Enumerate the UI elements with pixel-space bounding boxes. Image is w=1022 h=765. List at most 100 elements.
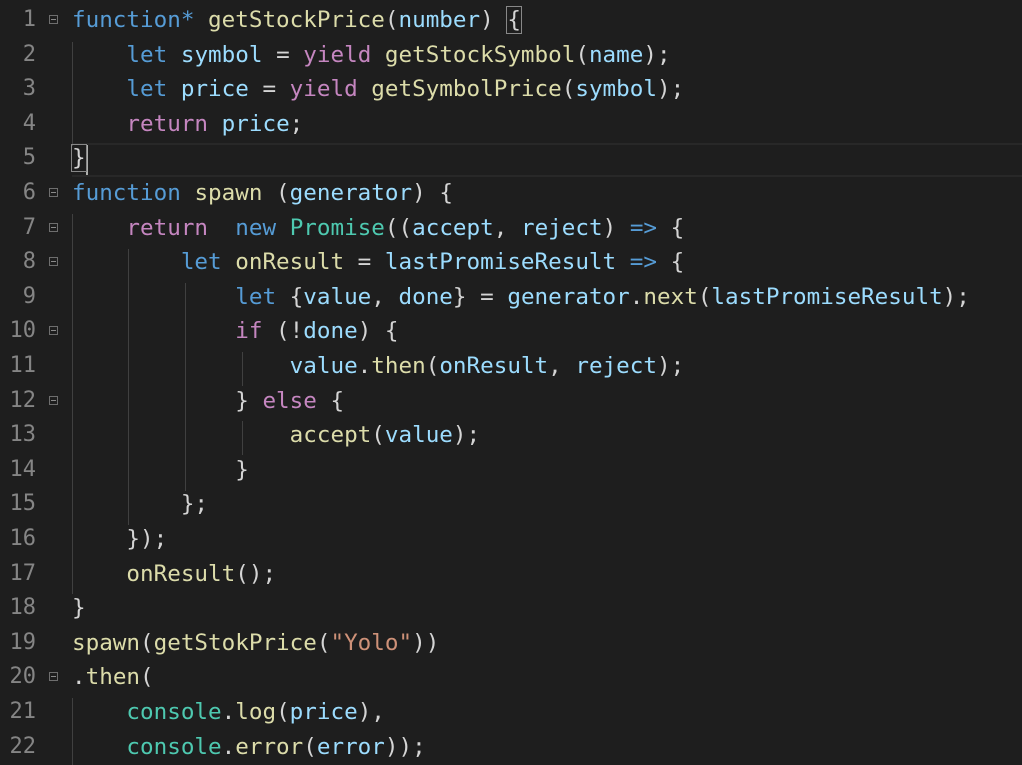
token: =	[248, 76, 290, 103]
code-line[interactable]: 9 let {value, done} = generator.next(las…	[0, 280, 1022, 315]
line-number: 12	[9, 387, 37, 413]
token: Promise	[289, 214, 385, 241]
token: accept	[412, 214, 494, 241]
token: });	[72, 526, 168, 552]
code-editor[interactable]: 1 function* getStockPrice(number) {2 let …	[0, 0, 1022, 765]
line-number: 8	[22, 249, 36, 275]
code-text: console.error(error));	[72, 730, 425, 765]
token: lastPromiseResult	[384, 249, 617, 276]
code-text: function spawn (generator) {	[72, 176, 453, 211]
fold-toggle-icon[interactable]	[49, 222, 58, 232]
code-line[interactable]: 1 function* getStockPrice(number) {	[0, 3, 1022, 38]
token: function	[72, 180, 181, 206]
code-text: onResult();	[72, 557, 276, 592]
code-line[interactable]: 4 return price;	[0, 107, 1022, 142]
fold-toggle-icon[interactable]	[49, 395, 58, 405]
token: yield	[303, 41, 372, 68]
code-text: return price;	[72, 107, 303, 142]
line-number: 15	[9, 491, 37, 517]
fold-toggle-icon[interactable]	[49, 257, 58, 267]
code-line[interactable]: 11 value.then(onResult, reject);	[0, 349, 1022, 384]
code-line[interactable]: 15 };	[0, 487, 1022, 522]
token: symbol	[180, 41, 263, 68]
token: (	[384, 7, 399, 33]
token: error	[316, 733, 385, 760]
token: ,	[371, 283, 399, 310]
code-line[interactable]: 21 console.log(price),	[0, 695, 1022, 730]
token: onResult	[439, 353, 549, 379]
token: ((	[384, 214, 413, 241]
token: log	[235, 699, 277, 725]
code-line[interactable]: 14 }	[0, 453, 1022, 488]
line-number: 13	[9, 422, 37, 448]
code-line[interactable]: 6 function spawn (generator) {	[0, 176, 1022, 211]
token: *	[180, 7, 195, 33]
token: (	[697, 283, 712, 310]
code-line[interactable]: 20 .then(	[0, 660, 1022, 695]
code-line[interactable]: 2 let symbol = yield getStockSymbol(name…	[0, 38, 1022, 73]
code-line[interactable]: 10 if (!done) {	[0, 314, 1022, 349]
token: );	[656, 76, 685, 103]
token: (	[276, 699, 290, 725]
token: {	[656, 249, 685, 276]
token: let	[126, 41, 168, 68]
token: number	[398, 7, 481, 33]
code-line[interactable]: 22 console.error(error));	[0, 730, 1022, 765]
token: getStokPrice	[153, 629, 317, 656]
line-number: 9	[22, 283, 36, 309]
token: accept	[289, 422, 372, 449]
fold-toggle-icon[interactable]	[49, 672, 58, 682]
token: done	[398, 283, 453, 310]
token: .	[72, 664, 86, 691]
code-line[interactable]: 13 accept(value);	[0, 418, 1022, 453]
token: yield	[289, 76, 358, 103]
code-line[interactable]: 5}	[0, 141, 1022, 176]
token: };	[72, 491, 209, 518]
fold-toggle-icon[interactable]	[49, 188, 58, 197]
token: );	[656, 353, 685, 379]
token: let	[126, 76, 168, 103]
code-line[interactable]: 3 let price = yield getSymbolPrice(symbo…	[0, 72, 1022, 107]
token: return	[126, 110, 209, 137]
code-text: .then(	[72, 660, 154, 695]
token: reject	[575, 353, 657, 379]
line-number: 4	[22, 110, 36, 136]
fold-toggle-icon[interactable]	[49, 15, 58, 24]
token: next	[643, 283, 698, 310]
token: getStockPrice	[208, 7, 385, 33]
token: ) {	[412, 180, 453, 206]
line-number: 22	[9, 733, 37, 759]
line-number: 18	[9, 595, 37, 621]
code-line[interactable]: 16 });	[0, 522, 1022, 557]
token: ))	[412, 629, 440, 656]
code-text: let symbol = yield getStockSymbol(name);	[72, 38, 670, 73]
code-line[interactable]: 8 let onResult = lastPromiseResult => {	[0, 245, 1022, 280]
code-line[interactable]: 12 } else {	[0, 384, 1022, 419]
token: done	[303, 318, 358, 345]
token: ,	[548, 353, 576, 379]
line-number: 11	[9, 353, 37, 378]
token: =	[262, 41, 304, 68]
fold-toggle-icon[interactable]	[49, 326, 58, 336]
code-line[interactable]: 18}	[0, 591, 1022, 626]
token: price	[289, 699, 358, 725]
code-line[interactable]: 19 spawn(getStokPrice("Yolo"))	[0, 626, 1022, 661]
token: (	[371, 422, 385, 449]
token: (	[303, 733, 317, 760]
token: );	[452, 422, 481, 449]
token: =>	[629, 214, 658, 241]
token: spawn	[194, 180, 263, 206]
code-line[interactable]: 17 onResult();	[0, 557, 1022, 592]
code-line[interactable]: 7 return new Promise((accept, reject) =>…	[0, 211, 1022, 246]
